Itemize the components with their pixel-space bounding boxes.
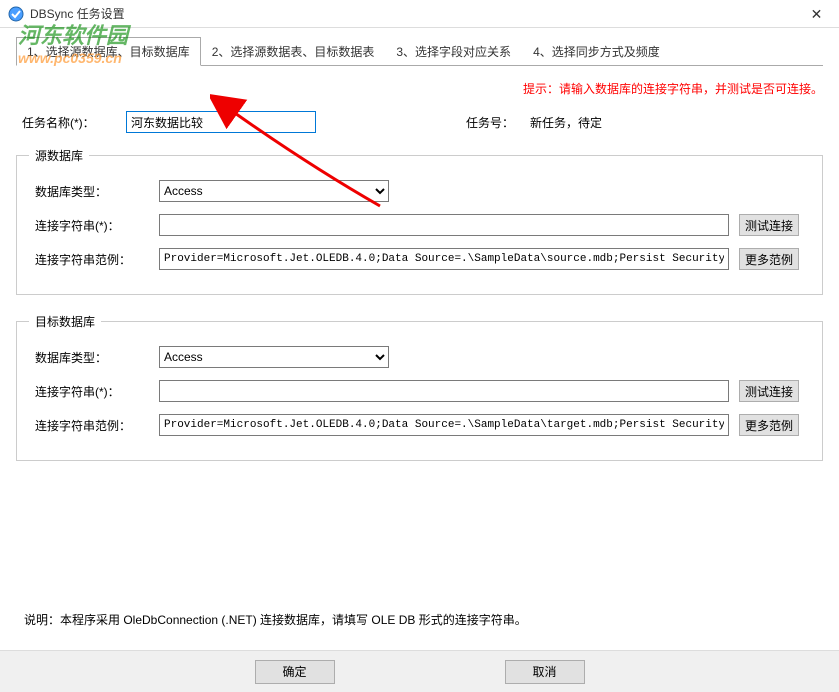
source-more-button[interactable]: 更多范例 [739,248,799,270]
target-db-legend: 目标数据库 [29,313,101,330]
tabs-bar: 1、选择源数据库、目标数据库 2、选择源数据表、目标数据表 3、选择字段对应关系… [16,36,823,66]
footer: 确定 取消 [0,650,839,692]
tab-step4[interactable]: 4、选择同步方式及频度 [522,37,671,66]
source-test-button[interactable]: 测试连接 [739,214,799,236]
target-conn-label: 连接字符串(*)： [29,383,159,400]
window-title: DBSync 任务设置 [30,5,125,22]
target-example-input[interactable] [159,414,729,436]
task-num-value: 新任务，待定 [530,114,602,131]
tab-step3[interactable]: 3、选择字段对应关系 [385,37,522,66]
source-conn-label: 连接字符串(*)： [29,217,159,234]
target-more-button[interactable]: 更多范例 [739,414,799,436]
target-test-button[interactable]: 测试连接 [739,380,799,402]
source-db-fieldset: 源数据库 数据库类型： Access 连接字符串(*)： 测试连接 连接字符串范… [16,147,823,295]
task-row: 任务名称(*)： 任务号： 新任务，待定 [16,111,823,133]
source-example-input[interactable] [159,248,729,270]
tab-step2[interactable]: 2、选择源数据表、目标数据表 [201,37,386,66]
hint-text: 提示：请输入数据库的连接字符串，并测试是否可连接。 [16,80,823,97]
ok-button[interactable]: 确定 [255,660,335,684]
target-conn-input[interactable] [159,380,729,402]
source-db-legend: 源数据库 [29,147,89,164]
target-db-fieldset: 目标数据库 数据库类型： Access 连接字符串(*)： 测试连接 连接字符串… [16,313,823,461]
target-type-label: 数据库类型： [29,349,159,366]
target-example-label: 连接字符串范例： [29,417,159,434]
close-button[interactable]: ✕ [794,0,839,28]
task-name-input[interactable] [126,111,316,133]
cancel-button[interactable]: 取消 [505,660,585,684]
source-example-label: 连接字符串范例： [29,251,159,268]
app-icon [8,6,24,22]
task-name-label: 任务名称(*)： [16,114,126,131]
source-type-select[interactable]: Access [159,180,389,202]
target-type-select[interactable]: Access [159,346,389,368]
tab-step1[interactable]: 1、选择源数据库、目标数据库 [16,37,201,66]
task-num-label: 任务号： [466,114,514,131]
source-conn-input[interactable] [159,214,729,236]
source-type-label: 数据库类型： [29,183,159,200]
note-text: 说明：本程序采用 OleDbConnection (.NET) 连接数据库，请填… [24,611,527,628]
titlebar: DBSync 任务设置 ✕ [0,0,839,28]
